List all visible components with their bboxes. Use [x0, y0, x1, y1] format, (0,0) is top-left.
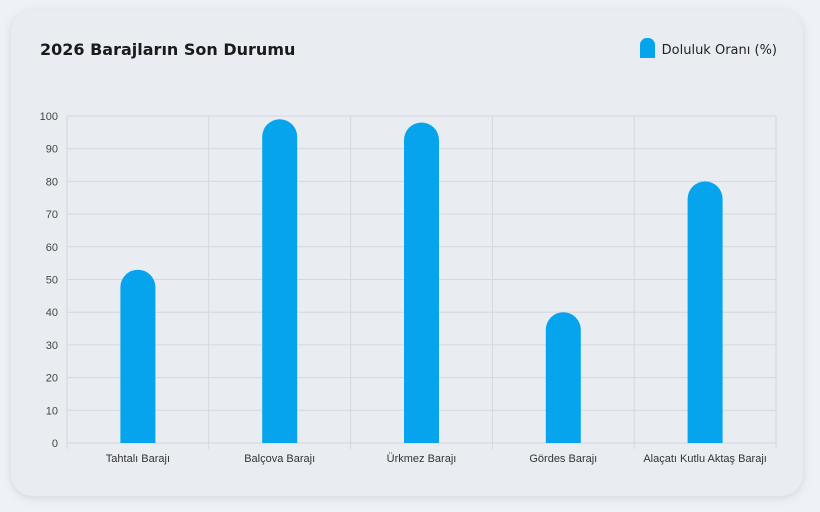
x-tick-label: Gördes Barajı [529, 453, 597, 465]
y-tick-label: 10 [46, 405, 58, 417]
x-tick-label: Balçova Barajı [244, 453, 315, 465]
y-tick-label: 90 [46, 144, 58, 156]
bar-chart: 0 10 20 30 40 50 60 70 80 90 100 Tahtalı Barajı Balç… [40, 111, 777, 465]
y-tick-label: 20 [46, 373, 58, 385]
y-tick-label: 80 [46, 176, 58, 188]
bar [262, 119, 298, 443]
y-tick-label: 40 [46, 307, 58, 319]
y-tick-label: 70 [46, 209, 58, 221]
x-tick-label: Ürkmez Barajı [387, 453, 457, 465]
y-tick-label: 60 [46, 242, 58, 254]
x-tick-label: Alaçatı Kutlu Aktaş Barajı [643, 453, 767, 465]
x-tick-label: Tahtalı Barajı [106, 453, 170, 465]
y-tick-label: 50 [46, 275, 58, 287]
bar [404, 122, 439, 444]
y-tick-label: 100 [40, 111, 58, 123]
bar [545, 312, 581, 443]
y-tick-label: 30 [46, 340, 58, 352]
bar [120, 269, 156, 443]
bar [687, 181, 723, 443]
y-tick-label: 0 [52, 438, 58, 450]
